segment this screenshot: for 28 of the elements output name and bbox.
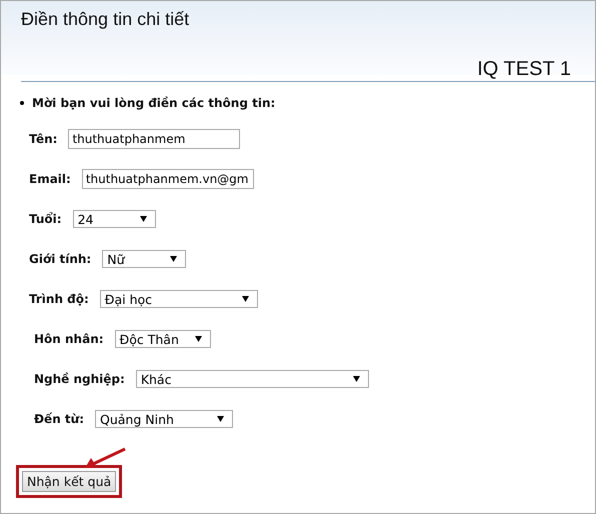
dropdown[interactable]: Khác bbox=[136, 370, 369, 388]
dropdown-arrow-icon bbox=[140, 216, 147, 222]
arrow-icon bbox=[83, 447, 127, 471]
text-field[interactable]: thuthuatphanmem bbox=[68, 129, 240, 149]
dropdown[interactable]: Quảng Ninh bbox=[95, 410, 233, 428]
field-label: Đến từ: bbox=[34, 412, 84, 426]
intro-text: Mời bạn vui lòng điền các thông tin: bbox=[32, 96, 276, 110]
dropdown-arrow-icon bbox=[170, 256, 178, 262]
dropdown[interactable]: Đại học bbox=[100, 290, 258, 308]
text-field[interactable]: thuthuatphanmem.vn@gm bbox=[82, 169, 254, 189]
page-title: Điền thông tin chi tiết bbox=[20, 8, 190, 31]
field-label: Nghề nghiệp: bbox=[34, 372, 125, 386]
dropdown[interactable]: Nữ bbox=[102, 250, 186, 268]
dropdown-arrow-icon bbox=[352, 376, 360, 382]
test-title: IQ TEST 1 bbox=[477, 58, 571, 81]
dropdown-arrow-icon bbox=[194, 336, 202, 342]
bullet-icon bbox=[20, 101, 24, 105]
field-label: Tên: bbox=[29, 132, 58, 146]
dropdown-arrow-icon bbox=[217, 416, 224, 422]
field-label: Email: bbox=[29, 172, 71, 186]
field-label: Hôn nhân: bbox=[34, 332, 104, 346]
field-label: Giới tính: bbox=[29, 252, 92, 266]
dropdown[interactable]: Độc Thân bbox=[114, 330, 211, 348]
field-label: Trình độ: bbox=[29, 292, 89, 306]
dropdown[interactable]: 24 bbox=[72, 210, 156, 228]
dropdown-arrow-icon bbox=[242, 296, 249, 302]
submit-button[interactable]: Nhận kết quả bbox=[22, 471, 116, 492]
field-label: Tuổi: bbox=[29, 212, 62, 226]
